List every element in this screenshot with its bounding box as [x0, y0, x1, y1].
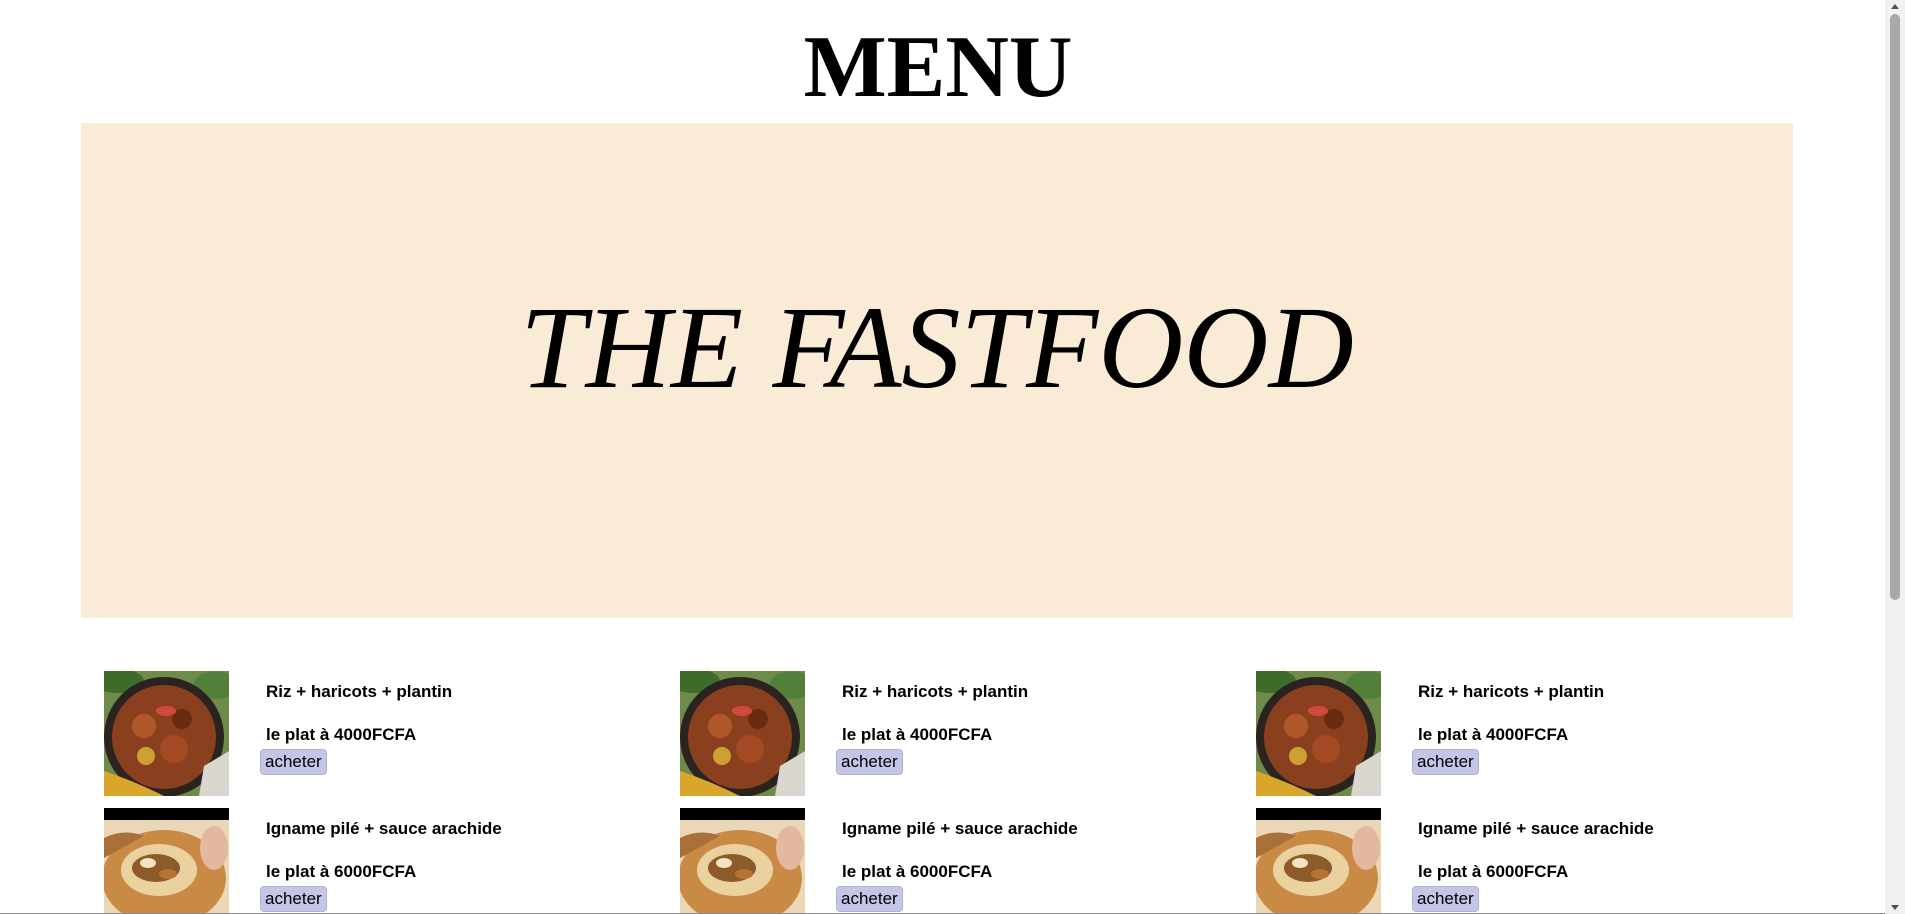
item-name: Riz + haricots + plantin	[266, 682, 453, 701]
item-name: Igname pilé + sauce arachide	[842, 819, 1078, 838]
menu-item: Riz + haricots + plantin le plat à 4000F…	[104, 671, 664, 796]
item-price: le plat à 6000FCFA	[266, 862, 417, 881]
item-name: Igname pilé + sauce arachide	[266, 819, 502, 838]
item-name: Igname pilé + sauce arachide	[1418, 819, 1654, 838]
buy-button[interactable]: acheter	[836, 749, 903, 775]
menu-item: Riz + haricots + plantin le plat à 4000F…	[1256, 671, 1816, 796]
item-name: Riz + haricots + plantin	[842, 682, 1029, 701]
buy-button[interactable]: acheter	[1412, 749, 1479, 775]
vertical-scrollbar[interactable]	[1885, 0, 1905, 914]
menu-item: Igname pilé + sauce arachide le plat à 6…	[1256, 808, 1816, 914]
rice-dish-icon	[680, 671, 805, 796]
menu-row: Igname pilé + sauce arachide le plat à 6…	[104, 808, 1844, 914]
rice-dish-icon	[104, 671, 229, 796]
item-price: le plat à 4000FCFA	[266, 725, 417, 744]
buy-button[interactable]: acheter	[836, 886, 903, 912]
buy-button[interactable]: acheter	[260, 886, 327, 912]
page-title: MENU	[803, 19, 1073, 116]
buy-button[interactable]: acheter	[260, 749, 327, 775]
scroll-down-icon[interactable]	[1891, 905, 1899, 910]
wrap-dish-icon	[680, 808, 805, 914]
wrap-dish-icon	[1256, 808, 1381, 914]
item-price: le plat à 6000FCFA	[1418, 862, 1569, 881]
menu-item: Riz + haricots + plantin le plat à 4000F…	[680, 671, 1240, 796]
rice-dish-icon	[1256, 671, 1381, 796]
item-price: le plat à 6000FCFA	[842, 862, 993, 881]
wrap-dish-icon	[104, 808, 229, 914]
menu-item: Igname pilé + sauce arachide le plat à 6…	[104, 808, 664, 914]
hero-banner: THE FASTFOOD	[81, 123, 1793, 618]
item-price: le plat à 4000FCFA	[842, 725, 993, 744]
menu-row: Riz + haricots + plantin le plat à 4000F…	[104, 671, 1844, 796]
item-price: le plat à 4000FCFA	[1418, 725, 1569, 744]
menu-item: Igname pilé + sauce arachide le plat à 6…	[680, 808, 1240, 914]
scroll-up-icon[interactable]	[1891, 4, 1899, 9]
scrollbar-thumb[interactable]	[1890, 14, 1900, 600]
buy-button[interactable]: acheter	[1412, 886, 1479, 912]
item-name: Riz + haricots + plantin	[1418, 682, 1605, 701]
banner-title: THE FASTFOOD	[520, 282, 1354, 413]
